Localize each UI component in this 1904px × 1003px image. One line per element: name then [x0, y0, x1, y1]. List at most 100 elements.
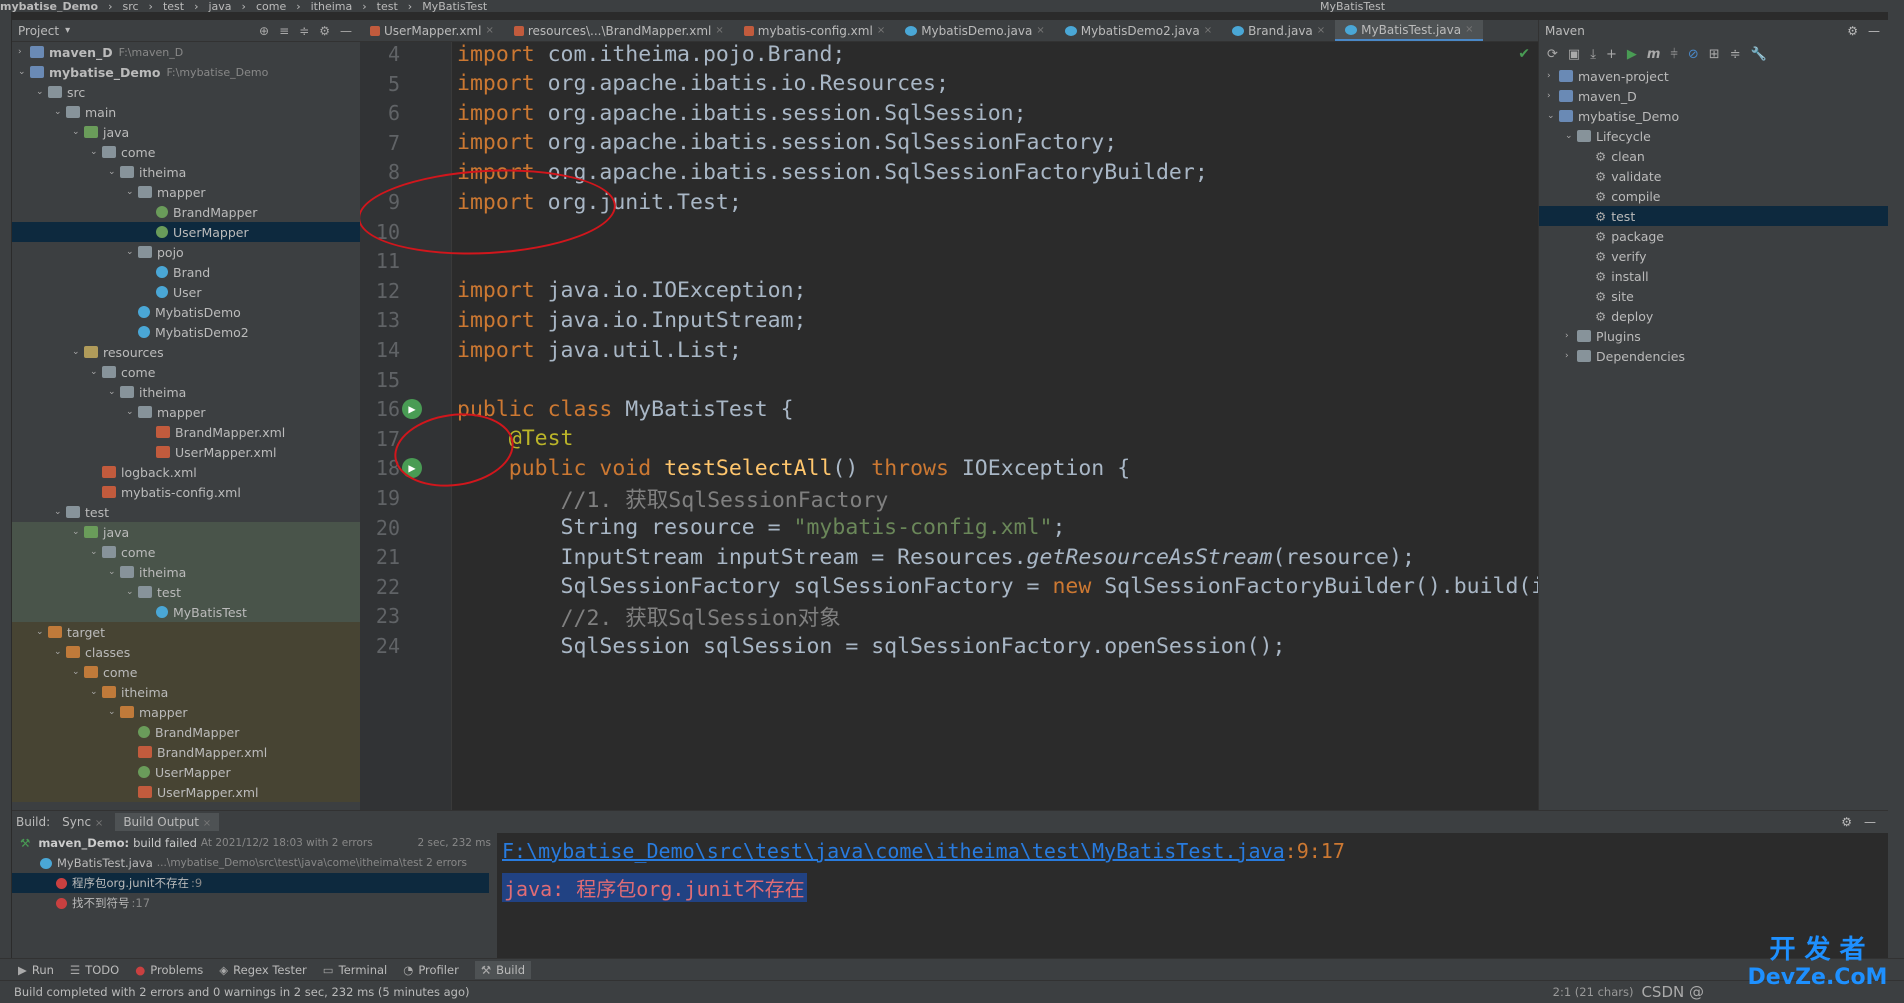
- collapse-icon[interactable]: ≑: [1730, 47, 1741, 62]
- code-line[interactable]: import org.apache.ibatis.session.SqlSess…: [457, 130, 1117, 155]
- tree-item[interactable]: Brand: [12, 262, 360, 282]
- tree-item[interactable]: ⌄ come: [12, 542, 360, 562]
- run-icon[interactable]: ▶: [1627, 47, 1637, 62]
- chevron-icon[interactable]: ⌄: [1565, 131, 1577, 141]
- editor-tab[interactable]: MybatisDemo.java ×: [895, 20, 1055, 41]
- chevron-icon[interactable]: ›: [1565, 331, 1577, 341]
- close-icon[interactable]: ×: [485, 25, 493, 36]
- tree-item[interactable]: ⌄ pojo: [12, 242, 360, 262]
- breadcrumb-item[interactable]: src: [122, 0, 138, 12]
- editor-tab[interactable]: mybatis-config.xml ×: [734, 20, 895, 41]
- tree-item[interactable]: UserMapper.xml: [12, 782, 360, 802]
- breadcrumb-item[interactable]: MyBatisTest: [422, 0, 487, 12]
- code-line[interactable]: //2. 获取SqlSession对象: [457, 601, 841, 632]
- breadcrumb-item[interactable]: test: [377, 0, 398, 12]
- run-test-icon[interactable]: ▶: [402, 399, 422, 420]
- tree-item[interactable]: ⌄ classes: [12, 642, 360, 662]
- tree-item[interactable]: ⌄ main: [12, 102, 360, 122]
- minimize-icon[interactable]: —: [1868, 24, 1880, 38]
- code-line[interactable]: SqlSession sqlSession = sqlSessionFactor…: [457, 634, 1286, 659]
- tree-item[interactable]: BrandMapper.xml: [12, 742, 360, 762]
- code-line[interactable]: //1. 获取SqlSessionFactory: [457, 483, 889, 514]
- close-icon[interactable]: ×: [715, 25, 723, 36]
- minimize-icon[interactable]: —: [1864, 815, 1876, 829]
- tree-item[interactable]: ⌄ resources: [12, 342, 360, 362]
- code-line[interactable]: String resource = "mybatis-config.xml";: [457, 515, 1066, 540]
- editor-tab[interactable]: UserMapper.xml ×: [360, 20, 504, 41]
- tree-item[interactable]: ⌄ come: [12, 142, 360, 162]
- maven-tree-item[interactable]: ⌄ Lifecycle: [1539, 126, 1888, 146]
- editor-tab[interactable]: Brand.java ×: [1222, 20, 1335, 41]
- tree-item[interactable]: User: [12, 282, 360, 302]
- maven-tree-item[interactable]: › maven-project: [1539, 66, 1888, 86]
- add-icon[interactable]: +: [1606, 47, 1617, 62]
- wrench-icon[interactable]: 🔧: [1751, 47, 1767, 62]
- tree-item[interactable]: ⌄ mapper: [12, 402, 360, 422]
- tree-item[interactable]: BrandMapper.xml: [12, 422, 360, 442]
- tree-item[interactable]: MybatisDemo: [12, 302, 360, 322]
- tab-build-output[interactable]: Build Output ×: [115, 813, 220, 831]
- breadcrumb-item[interactable]: itheima: [311, 0, 353, 12]
- gear-icon[interactable]: ⚙: [1841, 815, 1852, 829]
- code-line[interactable]: import com.itheima.pojo.Brand;: [457, 42, 845, 67]
- tree-item[interactable]: ⌄ mybatise_Demo F:\mybatise_Demo: [12, 62, 360, 82]
- code-line[interactable]: public void testSelectAll() throws IOExc…: [457, 456, 1130, 481]
- breadcrumb-item[interactable]: java: [208, 0, 231, 12]
- chevron-icon[interactable]: ⌄: [36, 627, 48, 637]
- expand-all-icon[interactable]: ≡: [279, 24, 289, 38]
- tree-item[interactable]: ⌄ come: [12, 662, 360, 682]
- chevron-icon[interactable]: ⌄: [126, 587, 138, 597]
- tree-item[interactable]: ⌄ itheima: [12, 382, 360, 402]
- tool-tab-build[interactable]: ⚒ Build: [474, 960, 531, 979]
- build-output-console[interactable]: F:\mybatise_Demo\src\test\java\come\ithe…: [502, 833, 1862, 959]
- build-error-row[interactable]: 找不到符号 :17: [12, 893, 497, 913]
- download-icon[interactable]: ⤓: [1590, 47, 1596, 62]
- run-config-selector[interactable]: MyBatisTest: [1320, 0, 1385, 12]
- breadcrumb-item[interactable]: test: [163, 0, 184, 12]
- tree-item[interactable]: MybatisDemo2: [12, 322, 360, 342]
- maven-tree-item[interactable]: › Dependencies: [1539, 346, 1888, 366]
- chevron-icon[interactable]: ⌄: [126, 407, 138, 417]
- maven-tree-item[interactable]: ⚙ verify: [1539, 246, 1888, 266]
- close-icon[interactable]: ×: [1036, 25, 1044, 36]
- chevron-icon[interactable]: ⌄: [108, 707, 120, 717]
- skip-tests-icon[interactable]: ⊘: [1688, 47, 1699, 62]
- tree-item[interactable]: ⌄ java: [12, 122, 360, 142]
- code-line[interactable]: import java.io.IOException;: [457, 278, 807, 303]
- tree-item[interactable]: ⌄ java: [12, 522, 360, 542]
- chevron-icon[interactable]: ⌄: [108, 567, 120, 577]
- tree-item[interactable]: BrandMapper: [12, 722, 360, 742]
- tool-tab-problems[interactable]: ● Problems: [135, 963, 203, 977]
- maven-tree-item[interactable]: ⚙ package: [1539, 226, 1888, 246]
- build-summary-row[interactable]: ⚒ maven_Demo: build failed At 2021/12/2 …: [12, 833, 497, 853]
- caret-position[interactable]: 2:1 (21 chars): [1553, 985, 1634, 999]
- minimize-icon[interactable]: —: [340, 24, 352, 38]
- code-line[interactable]: import org.apache.ibatis.io.Resources;: [457, 71, 949, 96]
- chevron-icon[interactable]: ›: [1565, 351, 1577, 361]
- chevron-icon[interactable]: ⌄: [54, 647, 66, 657]
- editor-tab[interactable]: MybatisDemo2.java ×: [1055, 20, 1222, 41]
- chevron-icon[interactable]: ›: [1547, 91, 1559, 101]
- show-dependencies-icon[interactable]: ⊞: [1709, 47, 1720, 62]
- chevron-icon[interactable]: ⌄: [54, 507, 66, 517]
- maven-tree-item[interactable]: ⚙ clean: [1539, 146, 1888, 166]
- build-file-row[interactable]: MyBatisTest.java ...\mybatise_Demo\src\t…: [12, 853, 497, 873]
- gear-icon[interactable]: ⚙: [319, 24, 330, 38]
- tree-item[interactable]: BrandMapper: [12, 202, 360, 222]
- chevron-icon[interactable]: ⌄: [108, 387, 120, 397]
- gear-icon[interactable]: ⚙: [1847, 24, 1858, 38]
- chevron-icon[interactable]: ⌄: [1547, 111, 1559, 121]
- maven-tree-item[interactable]: ⚙ compile: [1539, 186, 1888, 206]
- add-folder-icon[interactable]: ▣: [1568, 47, 1580, 62]
- tree-item[interactable]: ⌄ itheima: [12, 682, 360, 702]
- maven-tree-item[interactable]: ⚙ validate: [1539, 166, 1888, 186]
- chevron-icon[interactable]: ⌄: [36, 87, 48, 97]
- tab-sync[interactable]: Sync ×: [62, 815, 103, 829]
- maven-tree-item[interactable]: ⚙ test: [1539, 206, 1888, 226]
- code-line[interactable]: SqlSessionFactory sqlSessionFactory = ne…: [457, 574, 1538, 599]
- chevron-icon[interactable]: ⌄: [90, 147, 102, 157]
- tree-item[interactable]: ⌄ itheima: [12, 162, 360, 182]
- tree-item[interactable]: UserMapper.xml: [12, 442, 360, 462]
- tree-item[interactable]: MyBatisTest: [12, 602, 360, 622]
- chevron-icon[interactable]: ⌄: [90, 367, 102, 377]
